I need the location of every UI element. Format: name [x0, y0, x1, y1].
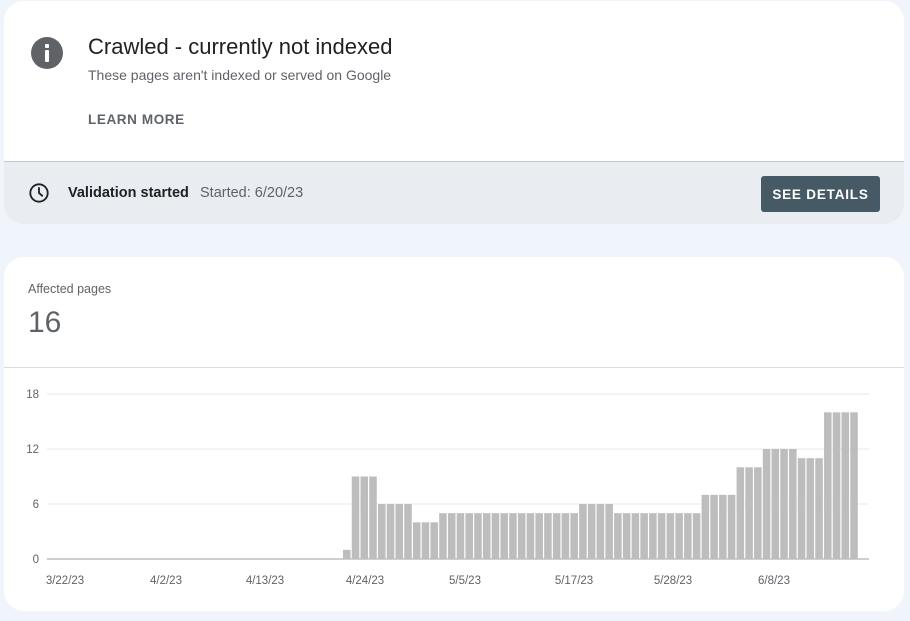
info-icon — [31, 37, 63, 69]
x-tick-label: 5/5/23 — [449, 575, 481, 587]
x-tick-label: 4/2/23 — [150, 575, 182, 587]
validation-status: Validation started — [68, 185, 189, 201]
chart-bar — [780, 449, 788, 559]
chart-bar — [465, 513, 473, 559]
issue-title: Crawled - currently not indexed — [88, 34, 393, 59]
chart-bar — [657, 513, 666, 559]
x-tick-label: 6/8/23 — [758, 575, 790, 587]
chart-bar — [377, 504, 386, 559]
chart-bar — [587, 504, 596, 559]
chart-bar — [596, 504, 605, 559]
chart-bar — [736, 467, 745, 559]
validation-bar: Validation started Started: 6/20/23 SEE … — [4, 161, 904, 224]
chart-bar — [745, 467, 753, 559]
chart-bar — [824, 412, 832, 559]
chart-bar — [850, 412, 858, 559]
chart-bar — [806, 458, 815, 559]
chart-bar — [412, 522, 421, 559]
affected-pages-card: Affected pages 16 0 6 12 18 3/22/23 4/2/23 4/1… — [4, 257, 904, 611]
chart-bar — [797, 458, 806, 559]
chart-bar — [754, 467, 762, 559]
chart-bar — [491, 513, 500, 559]
x-tick-label: 4/24/23 — [346, 575, 384, 587]
chart-bar — [561, 513, 570, 559]
chart-bar — [500, 513, 508, 559]
validation-started-date: Started: 6/20/23 — [200, 185, 304, 201]
chart-bar — [421, 522, 430, 559]
chart-bar — [395, 504, 404, 559]
y-tick-label: 12 — [26, 444, 39, 456]
chart-bar — [386, 504, 395, 559]
affected-pages-chart: 0 6 12 18 3/22/23 4/2/23 4/13/23 4/24/23 5/5/23 5… — [26, 389, 869, 587]
chart-bar — [430, 522, 439, 559]
chart-bar — [692, 513, 701, 559]
chart-bar — [675, 513, 683, 559]
y-tick-label: 6 — [33, 499, 39, 511]
chart-bar — [360, 476, 369, 559]
chart-bar — [474, 513, 482, 559]
see-details-button[interactable]: SEE DETAILS — [761, 176, 880, 212]
chart-bar — [727, 494, 736, 559]
chart-bar — [649, 513, 657, 559]
chart-bar — [439, 513, 447, 559]
y-tick-label: 0 — [33, 554, 39, 566]
chart-bar — [552, 513, 561, 559]
chart-bar — [771, 449, 780, 559]
chart-bar — [666, 513, 675, 559]
chart-bar — [815, 458, 823, 559]
chart-bar — [535, 513, 543, 559]
chart-bar — [684, 513, 692, 559]
chart-bar — [622, 513, 631, 559]
chart-bar — [640, 513, 648, 559]
y-tick-label: 18 — [26, 389, 39, 401]
chart-bar — [526, 513, 535, 559]
chart-bar — [351, 476, 360, 559]
chart-bar — [482, 513, 491, 559]
chart-bar — [456, 513, 465, 559]
chart-bar — [631, 513, 640, 559]
issue-card: Crawled - currently not indexed These pa… — [4, 1, 904, 224]
chart-bar — [579, 504, 587, 559]
learn-more-link[interactable]: LEARN MORE — [88, 112, 185, 127]
chart-bar — [509, 513, 517, 559]
x-tick-label: 4/13/23 — [246, 575, 284, 587]
clock-icon — [29, 183, 49, 203]
issue-description: These pages aren't indexed or served on … — [88, 67, 392, 83]
chart-bar — [841, 412, 850, 559]
x-tick-label: 5/28/23 — [654, 575, 692, 587]
chart-bar — [762, 449, 771, 559]
chart-bar — [404, 504, 412, 559]
chart-bar — [570, 513, 578, 559]
chart-bar — [447, 513, 456, 559]
chart-bar — [832, 412, 841, 559]
chart-bar — [544, 513, 552, 559]
chart-bar — [517, 513, 526, 559]
chart-bar — [710, 494, 718, 559]
chart-bar — [369, 476, 377, 559]
chart-bar — [789, 449, 797, 559]
x-tick-label: 3/22/23 — [46, 575, 84, 587]
chart-bar — [701, 494, 710, 559]
chart-bar — [605, 504, 613, 559]
chart-bar — [343, 549, 351, 559]
chart-bar — [719, 494, 727, 559]
x-tick-label: 5/17/23 — [555, 575, 593, 587]
chart-bar — [614, 513, 622, 559]
